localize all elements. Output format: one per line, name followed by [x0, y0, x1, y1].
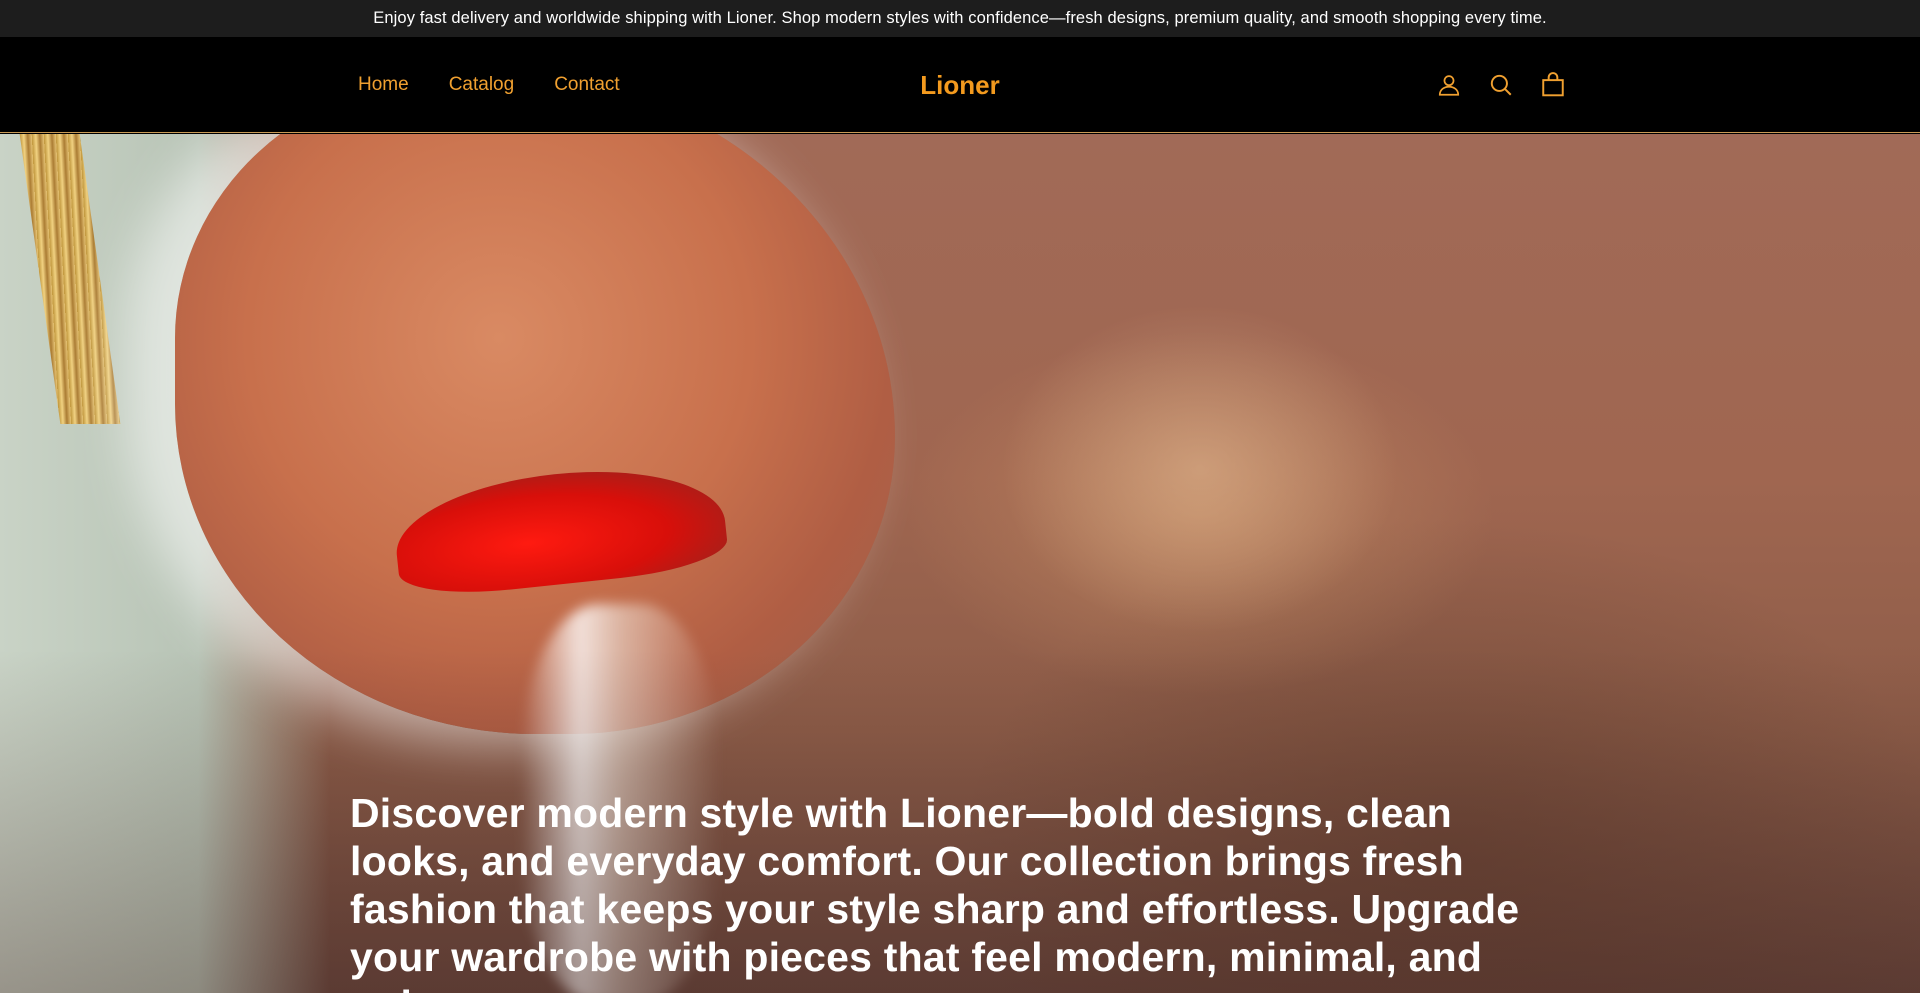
site-header: Home Catalog Contact Lioner	[0, 37, 1920, 133]
hero-heading: Discover modern style with Lioner—bold d…	[350, 790, 1520, 993]
hero-banner: Discover modern style with Lioner—bold d…	[0, 134, 1920, 993]
search-icon[interactable]	[1488, 72, 1514, 98]
logo-container: Lioner	[0, 37, 1920, 133]
nav-link-contact[interactable]: Contact	[554, 74, 619, 96]
account-icon[interactable]	[1436, 72, 1462, 98]
header-icons	[1436, 37, 1566, 133]
announcement-bar: Enjoy fast delivery and worldwide shippi…	[0, 0, 1920, 37]
cart-icon[interactable]	[1540, 72, 1566, 98]
main-nav: Home Catalog Contact	[358, 37, 620, 133]
announcement-text: Enjoy fast delivery and worldwide shippi…	[373, 9, 1547, 27]
nav-link-home[interactable]: Home	[358, 74, 409, 96]
nav-link-catalog[interactable]: Catalog	[449, 74, 515, 96]
site-logo[interactable]: Lioner	[920, 70, 999, 101]
